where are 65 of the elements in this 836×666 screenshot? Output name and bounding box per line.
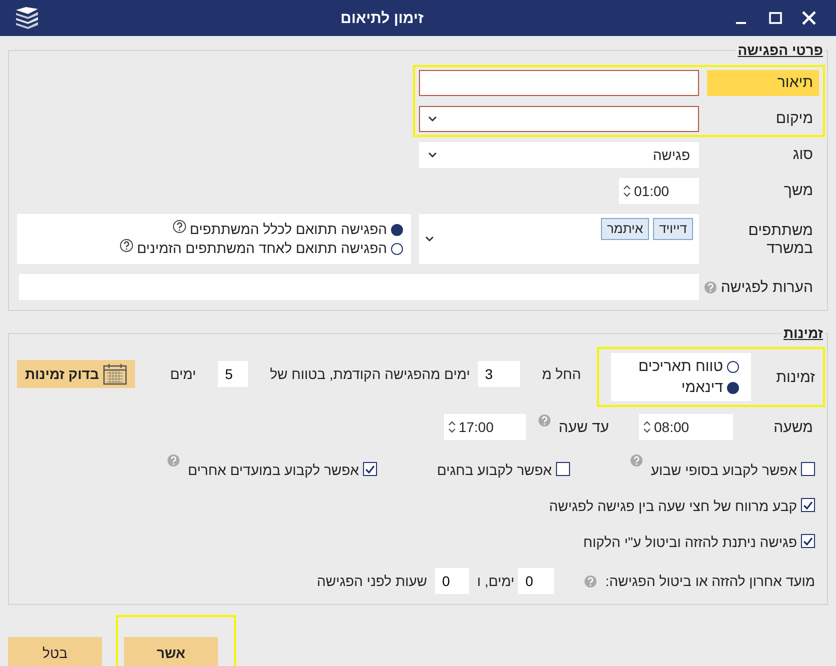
section-heading: פרטי הפגישה	[736, 42, 824, 58]
section-heading: זמינות	[782, 325, 824, 341]
days-label: ימים, ו	[477, 573, 514, 589]
minimize-icon	[736, 22, 746, 24]
maximize-icon	[768, 12, 782, 24]
participant-chip[interactable]: איתמר	[600, 218, 650, 240]
start-days-field[interactable]: 3	[478, 360, 520, 386]
option-label: דינאמי	[681, 378, 723, 397]
spin-arrows-icon[interactable]	[623, 183, 631, 199]
help-icon[interactable]	[172, 220, 186, 233]
participants-field[interactable]: דייויד איתמר	[419, 214, 699, 264]
to-hour-field[interactable]: 17:00	[444, 414, 526, 440]
option-label: הפגישה תתואם לאחד המשתתפים הזמינים	[136, 239, 387, 258]
description-field[interactable]	[419, 70, 699, 96]
radio-button[interactable]	[391, 224, 403, 236]
radio-button[interactable]	[727, 360, 739, 372]
field-label: עד שעה	[558, 418, 609, 436]
checkbox-label: אפשר לקבוע בחגים	[436, 462, 552, 478]
window-title: זימון לתיאום	[340, 10, 424, 26]
book-stack-icon	[14, 7, 40, 29]
checkbox-label: אפשר לקבוע במועדים אחרים	[188, 462, 359, 478]
chevron-down-icon	[425, 236, 434, 242]
field-label: משעה	[772, 418, 814, 436]
spin-arrows-icon[interactable]	[643, 419, 651, 435]
field-label: מיקום	[774, 109, 814, 129]
field-label: משך	[782, 181, 814, 201]
checkbox[interactable]	[556, 462, 570, 476]
help-icon[interactable]	[120, 239, 133, 252]
close-icon	[802, 11, 816, 25]
field-label: משתתפים במשרד	[747, 221, 814, 259]
check-availability-button[interactable]: בדוק זמינות	[17, 360, 135, 388]
range-label: ימים מהפגישה הקודמת, בטווח של	[270, 366, 470, 382]
duration-field[interactable]: 01:00	[619, 178, 699, 204]
option-label: טווח תאריכים	[638, 357, 723, 376]
chevron-down-icon	[428, 116, 437, 122]
checkbox[interactable]	[801, 462, 815, 476]
select-field[interactable]: פגישה	[419, 142, 699, 168]
deadline-label: מועד אחרון להזזה או ביטול הפגישה:	[605, 573, 815, 589]
chevron-down-icon	[428, 152, 437, 158]
start-label: החל מ	[542, 366, 581, 382]
checkbox[interactable]	[801, 498, 815, 512]
hours-label: שעות לפני הפגישה	[316, 573, 428, 589]
spin-arrows-icon[interactable]	[448, 419, 456, 435]
select-field[interactable]	[419, 106, 699, 132]
field-label: זמינות	[775, 368, 815, 386]
span-days-field[interactable]: 5	[218, 360, 248, 386]
checkbox[interactable]	[362, 462, 377, 476]
checkbox-label: קבע מרווח של חצי שעה בין פגישה לפגישה	[549, 498, 797, 514]
deadline-days-field[interactable]: 0	[518, 568, 554, 594]
days-label: ימים	[170, 366, 196, 382]
option-label: הפגישה תתואם לכלל המשתתפים	[190, 220, 387, 239]
calendar-icon	[102, 362, 127, 384]
participant-chip[interactable]: דייויד	[653, 218, 693, 240]
from-hour-field[interactable]: 08:00	[639, 414, 733, 440]
radio-button[interactable]	[727, 382, 739, 394]
dialog-button[interactable]: בטל	[8, 637, 102, 666]
field-label: הערות לפגישה	[720, 278, 814, 296]
deadline-hours-field[interactable]: 0	[435, 568, 470, 594]
field-label: סוג	[792, 145, 814, 165]
dialog-button[interactable]: אשר	[124, 637, 218, 666]
radio-button[interactable]	[391, 242, 403, 254]
checkbox[interactable]	[801, 534, 815, 548]
checkbox-label: פגישה ניתנת להזזה וביטול ע"י הלקוח	[583, 534, 797, 550]
field-label: תיאור	[707, 70, 819, 96]
checkbox-label: אפשר לקבוע בסופי שבוע	[650, 462, 797, 478]
